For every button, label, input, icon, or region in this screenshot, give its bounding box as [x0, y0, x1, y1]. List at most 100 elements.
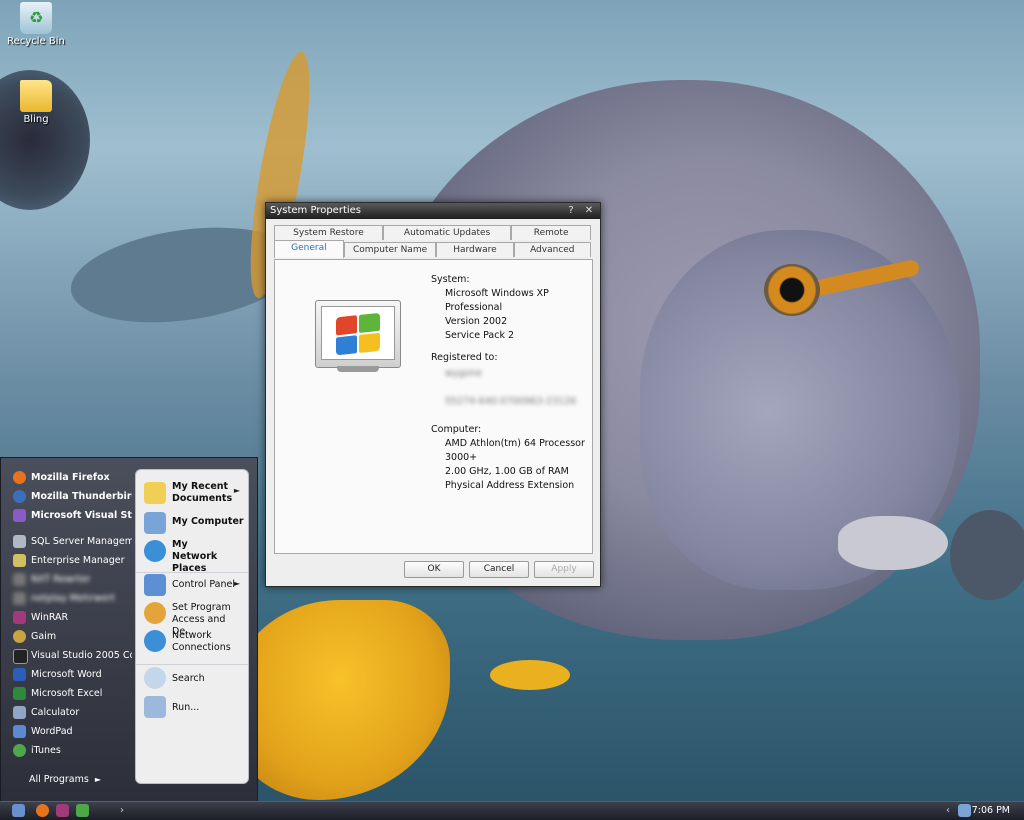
start-menu-programs: Mozilla Firefox Mozilla Thunderbird Micr… — [7, 468, 132, 760]
start-place-search[interactable]: Search — [136, 664, 248, 689]
apply-button[interactable]: Apply — [534, 561, 594, 578]
tab-remote[interactable]: Remote — [511, 225, 591, 240]
start-item-label: Mozilla Thunderbird — [31, 491, 132, 502]
system-os-name: Microsoft Windows XP — [445, 288, 549, 299]
registered-section: Registered to: wygone 55274-640-0700963-… — [431, 352, 576, 407]
tab-row-back: System Restore Automatic Updates Remote — [274, 225, 591, 240]
taskbar: › ‹ 7:06 PM — [0, 801, 1024, 820]
close-button[interactable]: ✕ — [582, 203, 596, 219]
tab-general[interactable]: General — [274, 240, 344, 258]
computer-cpu-model: 3000+ — [445, 452, 478, 463]
word-icon — [13, 668, 26, 681]
start-item-label: WordPad — [31, 726, 73, 737]
window-title: System Properties — [270, 205, 362, 216]
sql-server-icon — [13, 535, 26, 548]
control-panel-icon — [144, 574, 166, 596]
computer-section: Computer: AMD Athlon(tm) 64 Processor 30… — [431, 424, 585, 491]
recycle-bin-icon: ♻ — [20, 2, 52, 34]
computer-cpu: AMD Athlon(tm) 64 Processor — [445, 438, 585, 449]
start-place-label: My Computer — [172, 516, 244, 527]
ok-button[interactable]: OK — [404, 561, 464, 578]
start-menu-separator — [7, 525, 132, 532]
start-place-label: My Network Places — [172, 539, 218, 574]
network-places-icon — [144, 540, 166, 562]
start-button-icon[interactable] — [12, 804, 25, 817]
program-access-icon — [144, 602, 166, 624]
system-service-pack: Service Pack 2 — [445, 330, 515, 341]
start-item-wordpad[interactable]: WordPad — [7, 722, 132, 741]
tab-hardware[interactable]: Hardware — [436, 242, 514, 257]
start-item-sql-server[interactable]: SQL Server Manageme... — [7, 532, 132, 551]
arrow-right-icon: ► — [233, 579, 240, 588]
start-menu-places: My Recent Documents ► My Computer My Net… — [135, 469, 249, 784]
quick-launch-expand-icon[interactable]: › — [120, 802, 124, 820]
start-place-run[interactable]: Run... — [136, 694, 248, 718]
desktop-icon-bling[interactable]: Bling — [4, 80, 68, 125]
window-titlebar[interactable]: System Properties ? ✕ — [266, 203, 600, 219]
start-item-label: Gaim — [31, 631, 57, 642]
start-item-vs-command-prompt[interactable]: Visual Studio 2005 Co... — [7, 646, 132, 665]
start-place-my-computer[interactable]: My Computer — [136, 512, 248, 536]
desktop-icon-recycle-bin[interactable]: ♻ Recycle Bin — [4, 2, 68, 47]
start-item-label: SQL Server Manageme... — [31, 536, 132, 547]
gaim-icon — [13, 630, 26, 643]
system-version: Version 2002 — [445, 316, 508, 327]
help-button[interactable]: ? — [564, 203, 578, 219]
start-item-label: WinRAR — [31, 612, 69, 623]
winrar-icon — [13, 611, 26, 624]
monitor-base — [337, 366, 379, 372]
tab-computer-name[interactable]: Computer Name — [343, 242, 437, 257]
registered-owner: wygone — [445, 368, 483, 379]
tab-system-restore[interactable]: System Restore — [274, 225, 383, 240]
start-item-label: iTunes — [31, 745, 61, 756]
start-item-itunes[interactable]: iTunes — [7, 741, 132, 760]
wallpaper-shape — [230, 600, 450, 800]
firefox-icon[interactable] — [36, 804, 49, 817]
all-programs-button[interactable]: All Programs ► — [29, 774, 101, 785]
itunes-icon — [13, 744, 26, 757]
registered-label: Registered to: — [431, 352, 498, 363]
start-item-word[interactable]: Microsoft Word — [7, 665, 132, 684]
system-section: System: Microsoft Windows XP Professiona… — [431, 274, 549, 341]
command-prompt-icon — [13, 649, 28, 664]
winrar-icon[interactable] — [56, 804, 69, 817]
network-icon[interactable] — [76, 804, 89, 817]
my-computer-icon — [144, 512, 166, 534]
start-place-program-access[interactable]: Set Program Access and De... — [136, 600, 248, 637]
general-tab-panel: System: Microsoft Windows XP Professiona… — [274, 259, 593, 554]
start-item-gaim[interactable]: Gaim — [7, 627, 132, 646]
cancel-button[interactable]: Cancel — [469, 561, 529, 578]
start-item-label: Enterprise Manager — [31, 555, 125, 566]
tab-automatic-updates[interactable]: Automatic Updates — [382, 225, 512, 240]
start-item-thunderbird[interactable]: Mozilla Thunderbird — [7, 487, 132, 506]
start-item-blurred[interactable]: netplay Mehrwert — [7, 589, 132, 608]
start-item-blurred[interactable]: NXT Rewrter — [7, 570, 132, 589]
wallpaper-shape — [950, 510, 1024, 600]
start-item-label: Mozilla Firefox — [31, 472, 110, 483]
start-menu: Mozilla Firefox Mozilla Thunderbird Micr… — [0, 457, 258, 803]
computer-label: Computer: — [431, 424, 482, 435]
start-place-network-connections[interactable]: Network Connections — [136, 628, 248, 654]
start-item-calculator[interactable]: Calculator — [7, 703, 132, 722]
computer-pae: Physical Address Extension — [445, 480, 575, 491]
start-place-recent-documents[interactable]: My Recent Documents ► — [136, 480, 248, 506]
tray-expand-icon[interactable]: ‹ — [946, 802, 950, 820]
start-place-control-panel[interactable]: Control Panel ► — [136, 572, 248, 597]
tab-advanced[interactable]: Advanced — [513, 242, 591, 257]
start-item-excel[interactable]: Microsoft Excel — [7, 684, 132, 703]
start-item-label: netplay Mehrwert — [31, 593, 115, 604]
start-item-winrar[interactable]: WinRAR — [7, 608, 132, 627]
start-item-label: NXT Rewrter — [31, 574, 91, 585]
system-edition: Professional — [445, 302, 503, 313]
recent-documents-folder-icon — [144, 482, 166, 504]
start-item-enterprise-manager[interactable]: Enterprise Manager — [7, 551, 132, 570]
start-item-label: Microsoft Word — [31, 669, 102, 680]
start-item-visual-studio[interactable]: Microsoft Visual Stu... — [7, 506, 132, 525]
desktop-icon-label: Recycle Bin — [7, 36, 65, 47]
taskbar-clock[interactable]: 7:06 PM — [972, 802, 1010, 820]
run-icon — [144, 696, 166, 718]
arrow-right-icon: ► — [94, 775, 101, 784]
network-tray-icon[interactable] — [958, 804, 971, 817]
start-place-network-places[interactable]: My Network Places — [136, 538, 248, 574]
start-item-firefox[interactable]: Mozilla Firefox — [7, 468, 132, 487]
